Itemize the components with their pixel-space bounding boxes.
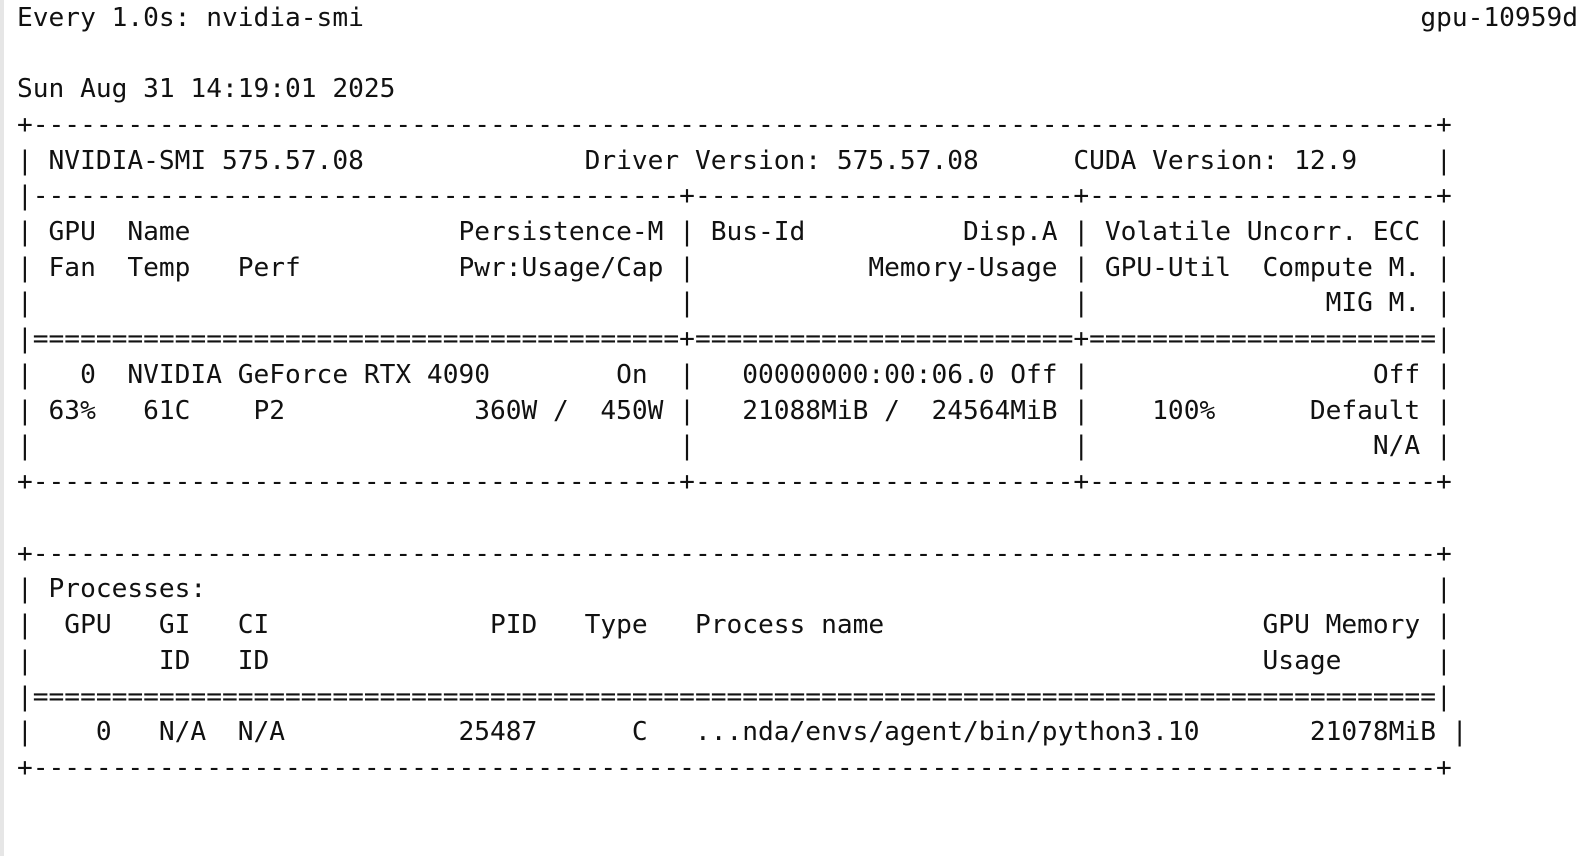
hostname: gpu-10959d xyxy=(1420,3,1578,33)
processes-header-row-1: | GPU GI CI PID Type Process name GPU Me… xyxy=(17,610,1452,640)
smi-version-line: | NVIDIA-SMI 575.57.08 Driver Version: 5… xyxy=(17,146,1452,176)
processes-title: | Processes: | xyxy=(17,574,1452,604)
timestamp: Sun Aug 31 14:19:01 2025 xyxy=(17,74,396,104)
smi-border-top: +---------------------------------------… xyxy=(17,110,1452,140)
terminal-window[interactable]: Every 1.0s: nvidia-smi gpu-10959d Sun Au… xyxy=(0,0,1578,856)
process-row: | 0 N/A N/A 25487 C ...nda/envs/agent/bi… xyxy=(17,717,1468,747)
gpu-table-header-row-3: | | | MIG M. | xyxy=(17,288,1452,318)
processes-border-top: +---------------------------------------… xyxy=(17,539,1452,569)
gpu-row-mig: | | | N/A | xyxy=(17,431,1452,461)
gpu-table-header-row-1: | GPU Name Persistence-M | Bus-Id Disp.A… xyxy=(17,217,1452,247)
watch-command: Every 1.0s: nvidia-smi xyxy=(17,3,364,33)
smi-border-bottom: +---------------------------------------… xyxy=(17,467,1452,497)
processes-double-separator: |=======================================… xyxy=(17,682,1452,712)
gpu-row-identity: | 0 NVIDIA GeForce RTX 4090 On | 0000000… xyxy=(17,360,1452,390)
gpu-row-usage: | 63% 61C P2 360W / 450W | 21088MiB / 24… xyxy=(17,396,1452,426)
smi-column-separator: |---------------------------------------… xyxy=(17,181,1452,211)
gpu-table-double-separator: |=======================================… xyxy=(17,324,1452,354)
processes-border-bottom: +---------------------------------------… xyxy=(17,753,1452,783)
processes-header-row-2: | ID ID Usage | xyxy=(17,646,1452,676)
gpu-table-header-row-2: | Fan Temp Perf Pwr:Usage/Cap | Memory-U… xyxy=(17,253,1452,283)
